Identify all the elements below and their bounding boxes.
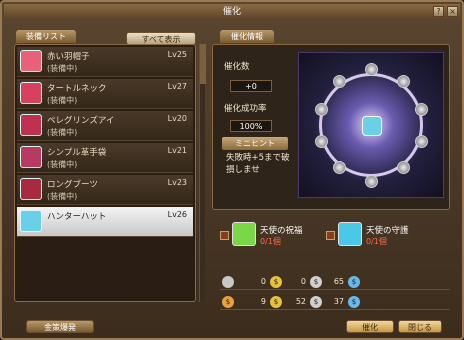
item-level: Lv21 [167,146,187,155]
cost-row: 0 $ 0 $ 65 $ [220,276,450,290]
item-name: ペレグリンズアイ [47,116,115,126]
money-bag-icon: $ [222,296,234,308]
orb-icon [415,103,428,116]
item-status: (装備中) [47,160,78,169]
window-title: 催化 [4,4,460,20]
orb-icon [333,75,346,88]
item-level: Lv23 [167,178,187,187]
angel-blessing-icon [232,222,256,246]
item-status: (装備中) [47,96,78,105]
long-boots-icon [20,178,42,200]
gold-value: 9 [260,297,266,306]
tab-equipment-list[interactable]: 装備リスト [16,30,76,43]
item-name: シンプル革手袋 [47,148,107,158]
help-button[interactable]: ? [433,6,444,17]
close-button[interactable]: 閉じる [398,320,442,333]
list-item[interactable]: ロングブーツ Lv23 (装備中) [17,175,193,205]
guard-checkbox[interactable] [326,231,335,240]
charm-button[interactable]: 催化 [346,320,394,333]
gold-coin-icon: $ [270,276,282,288]
gold-value: 0 [260,277,266,286]
orb-icon [365,63,378,76]
list-item[interactable]: シンプル革手袋 Lv21 (装備中) [17,143,193,173]
mini-hint-label: ミニヒント [222,137,288,150]
hunter-hat-icon [362,116,382,136]
turtleneck-icon [20,82,42,104]
silver-value: 52 [295,297,306,306]
copper-value: 65 [333,277,344,286]
list-item-selected[interactable]: ハンターハット Lv26 [17,207,193,237]
silver-value: 0 [300,277,306,286]
buff-count: 0/1個 [366,237,387,246]
item-name: ロングブーツ [47,180,98,190]
list-scrollbar[interactable] [199,44,206,302]
item-level: Lv20 [167,114,187,123]
equipment-list: 赤い羽帽子 Lv25 (装備中) タートルネック Lv27 (装備中) ペレグリ… [14,44,196,302]
list-item[interactable]: タートルネック Lv27 (装備中) [17,79,193,109]
success-rate-label: 催化成功率 [224,104,267,114]
item-name: 赤い羽帽子 [47,52,90,62]
wallet-row: $ 9 $ 52 $ 37 $ [220,296,450,310]
charm-circle [298,52,444,198]
stack-icon [222,276,234,288]
charm-count-label: 催化数 [224,62,250,72]
orb-icon [415,135,428,148]
orb-icon [333,161,346,174]
hunter-hat-icon [20,210,42,232]
peregrine-eye-icon [20,114,42,136]
buff-name: 天使の祝福 [260,226,303,236]
orb-icon [397,75,410,88]
red-feather-hat-icon [20,50,42,72]
close-icon[interactable]: × [447,6,458,17]
blue-coin-icon: $ [348,296,360,308]
buff-name: 天使の守護 [366,226,409,236]
item-name: ハンターハット [47,212,107,222]
blue-coin-icon: $ [348,276,360,288]
success-rate-value: 100% [230,120,272,132]
charm-count-value: +0 [230,80,272,92]
item-level: Lv27 [167,82,187,91]
list-item[interactable]: ペレグリンズアイ Lv20 (装備中) [17,111,193,141]
mini-hint-text: 失敗時+5まで破損しませ [226,153,290,175]
orb-icon [397,161,410,174]
angel-guard[interactable]: 天使の守護 0/1個 [326,222,432,250]
gold-coin-icon: $ [270,296,282,308]
item-status: (装備中) [47,192,78,201]
silver-coin-icon: $ [310,296,322,308]
copper-value: 37 [333,297,344,306]
angel-guard-icon [338,222,362,246]
blessing-checkbox[interactable] [220,231,229,240]
tab-charm-info[interactable]: 催化情報 [220,30,274,43]
orb-icon [365,175,378,188]
orb-icon [315,135,328,148]
buff-count: 0/1個 [260,237,281,246]
item-level: Lv26 [167,210,187,219]
silver-coin-icon: $ [310,276,322,288]
item-name: タートルネック [47,84,107,94]
orb-icon [315,103,328,116]
leather-glove-icon [20,146,42,168]
item-level: Lv25 [167,50,187,59]
angel-blessing[interactable]: 天使の祝福 0/1個 [220,222,326,250]
scroll-thumb[interactable] [200,44,206,84]
item-status: (装備中) [47,64,78,73]
register-button[interactable]: 金策爆発 [26,320,94,333]
item-status: (装備中) [47,128,78,137]
list-item[interactable]: 赤い羽帽子 Lv25 (装備中) [17,47,193,77]
